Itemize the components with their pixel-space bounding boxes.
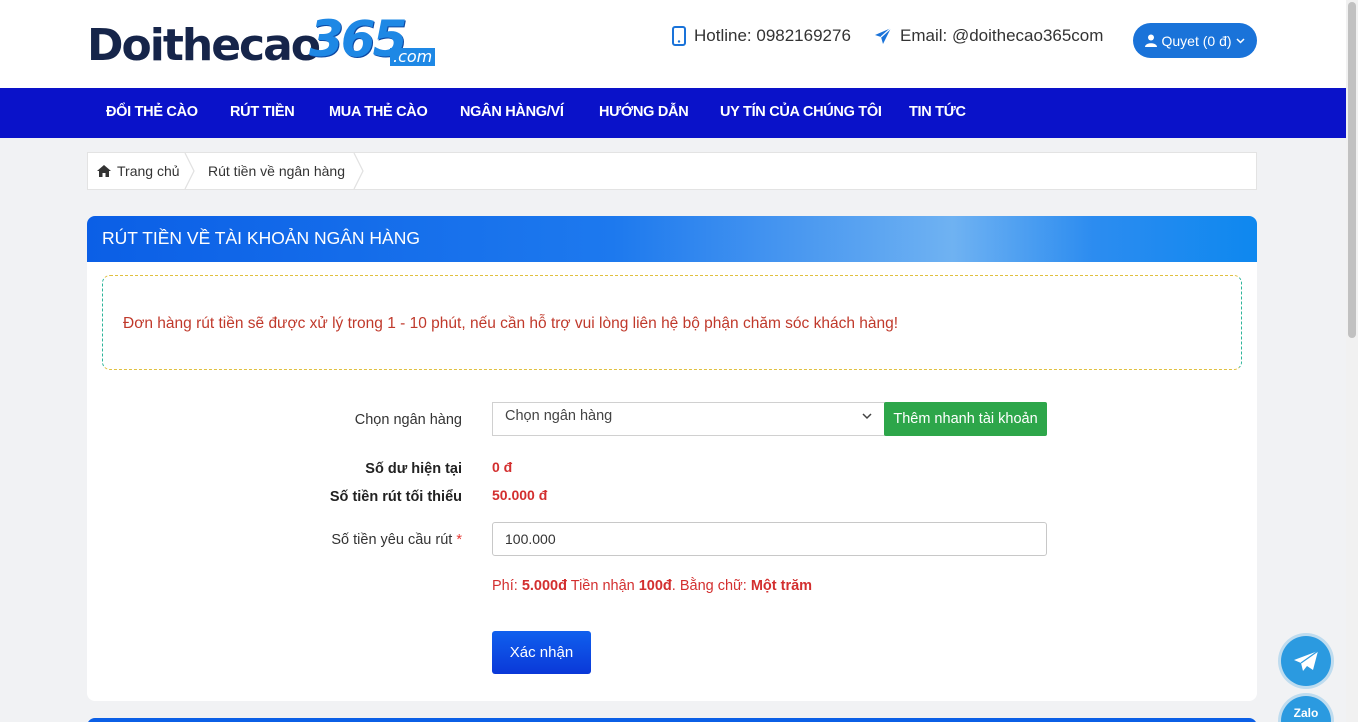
card-title: RÚT TIỀN VỀ TÀI KHOẢN NGÂN HÀNG [87,216,1257,262]
bank-select[interactable]: Chọn ngân hàng [492,402,885,436]
nav-item-rut-tien[interactable]: RÚT TIỀN [230,88,295,138]
site-header: Doithecao 365 .com Hotline: 0982169276 E… [0,0,1346,88]
chevron-down-icon [862,413,872,420]
telegram-icon [1294,650,1319,671]
receive-value: 100đ [638,578,672,594]
hotline[interactable]: Hotline: 0982169276 [672,26,851,46]
amount-in-words: Một trăm [750,578,813,594]
breadcrumb-current: Rút tiền về ngân hàng [208,153,345,189]
page-scrollbar[interactable] [1346,0,1358,722]
breadcrumb-home[interactable]: Trang chủ [96,153,180,189]
nav-item-uy-tin[interactable]: UY TÍN CỦA CHÚNG TÔI [720,88,882,138]
balance-value: 0 đ [492,459,513,475]
min-withdraw-value: 50.000 đ [492,487,548,503]
nav-item-ngan-hang-vi[interactable]: NGÂN HÀNG/VÍ [460,88,564,138]
user-account-button[interactable]: Quyet (0 đ) [1133,23,1257,58]
fee-value: 5.000đ [521,578,567,594]
scrollbar-thumb[interactable] [1348,2,1356,338]
breadcrumb-home-label: Trang chủ [117,163,180,179]
fee-prefix: Phí: [492,578,522,594]
email-contact[interactable]: Email: @doithecao365com [874,26,1103,46]
withdraw-card: RÚT TIỀN VỀ TÀI KHOẢN NGÂN HÀNG Đơn hàng… [87,216,1257,701]
user-icon [1145,34,1158,47]
fee-summary: Phí: 5.000đ Tiền nhận 100đ. Bằng chữ: Mộ… [492,578,812,594]
notice-text: Đơn hàng rút tiền sẽ được xử lý trong 1 … [123,315,899,332]
zalo-icon: Zalo [1293,706,1319,720]
nav-item-mua-the-cao[interactable]: MUA THẺ CÀO [329,88,428,138]
next-section-header [87,718,1257,722]
receive-prefix: Tiền nhận [566,578,639,594]
add-account-button[interactable]: Thêm nhanh tài khoản [884,402,1047,436]
chevron-down-icon [1235,37,1245,44]
confirm-button[interactable]: Xác nhận [492,631,591,674]
phone-icon [672,26,686,46]
processing-notice: Đơn hàng rút tiền sẽ được xử lý trong 1 … [102,275,1242,370]
zalo-button[interactable]: Zalo [1281,696,1331,722]
required-mark: * [456,532,462,548]
amount-label: Số tiền yêu cầu rút * [331,532,462,548]
breadcrumb-separator [184,153,195,189]
user-button-label: Quyet (0 đ) [1161,32,1232,49]
amount-label-text: Số tiền yêu cầu rút [331,532,453,548]
hotline-text: Hotline: 0982169276 [694,26,851,45]
logo-domain: .com [390,48,436,66]
logo-word: Doithecao [87,20,321,71]
bank-select-value: Chọn ngân hàng [505,408,613,424]
words-prefix: . Bằng chữ: [671,578,751,594]
nav-item-tin-tuc[interactable]: TIN TỨC [909,88,966,138]
site-logo[interactable]: Doithecao 365 .com [87,14,436,71]
telegram-button[interactable] [1281,636,1331,686]
main-nav: ĐỔI THẺ CÀO RÚT TIỀN MUA THẺ CÀO NGÂN HÀ… [0,88,1346,138]
breadcrumb-current-label: Rút tiền về ngân hàng [208,163,345,179]
min-withdraw-label: Số tiền rút tối thiểu [329,489,462,505]
nav-item-huong-dan[interactable]: HƯỚNG DẪN [599,88,689,138]
home-icon [97,165,111,177]
breadcrumb-separator [353,153,364,189]
bank-label: Chọn ngân hàng [354,412,462,428]
balance-label: Số dư hiện tại [365,461,462,477]
breadcrumb: Trang chủ Rút tiền về ngân hàng [87,152,1257,190]
nav-item-doi-the-cao[interactable]: ĐỔI THẺ CÀO [106,88,198,138]
paper-plane-icon [875,27,892,44]
email-text: Email: @doithecao365com [900,26,1104,45]
amount-input[interactable]: 100.000 [492,522,1047,556]
